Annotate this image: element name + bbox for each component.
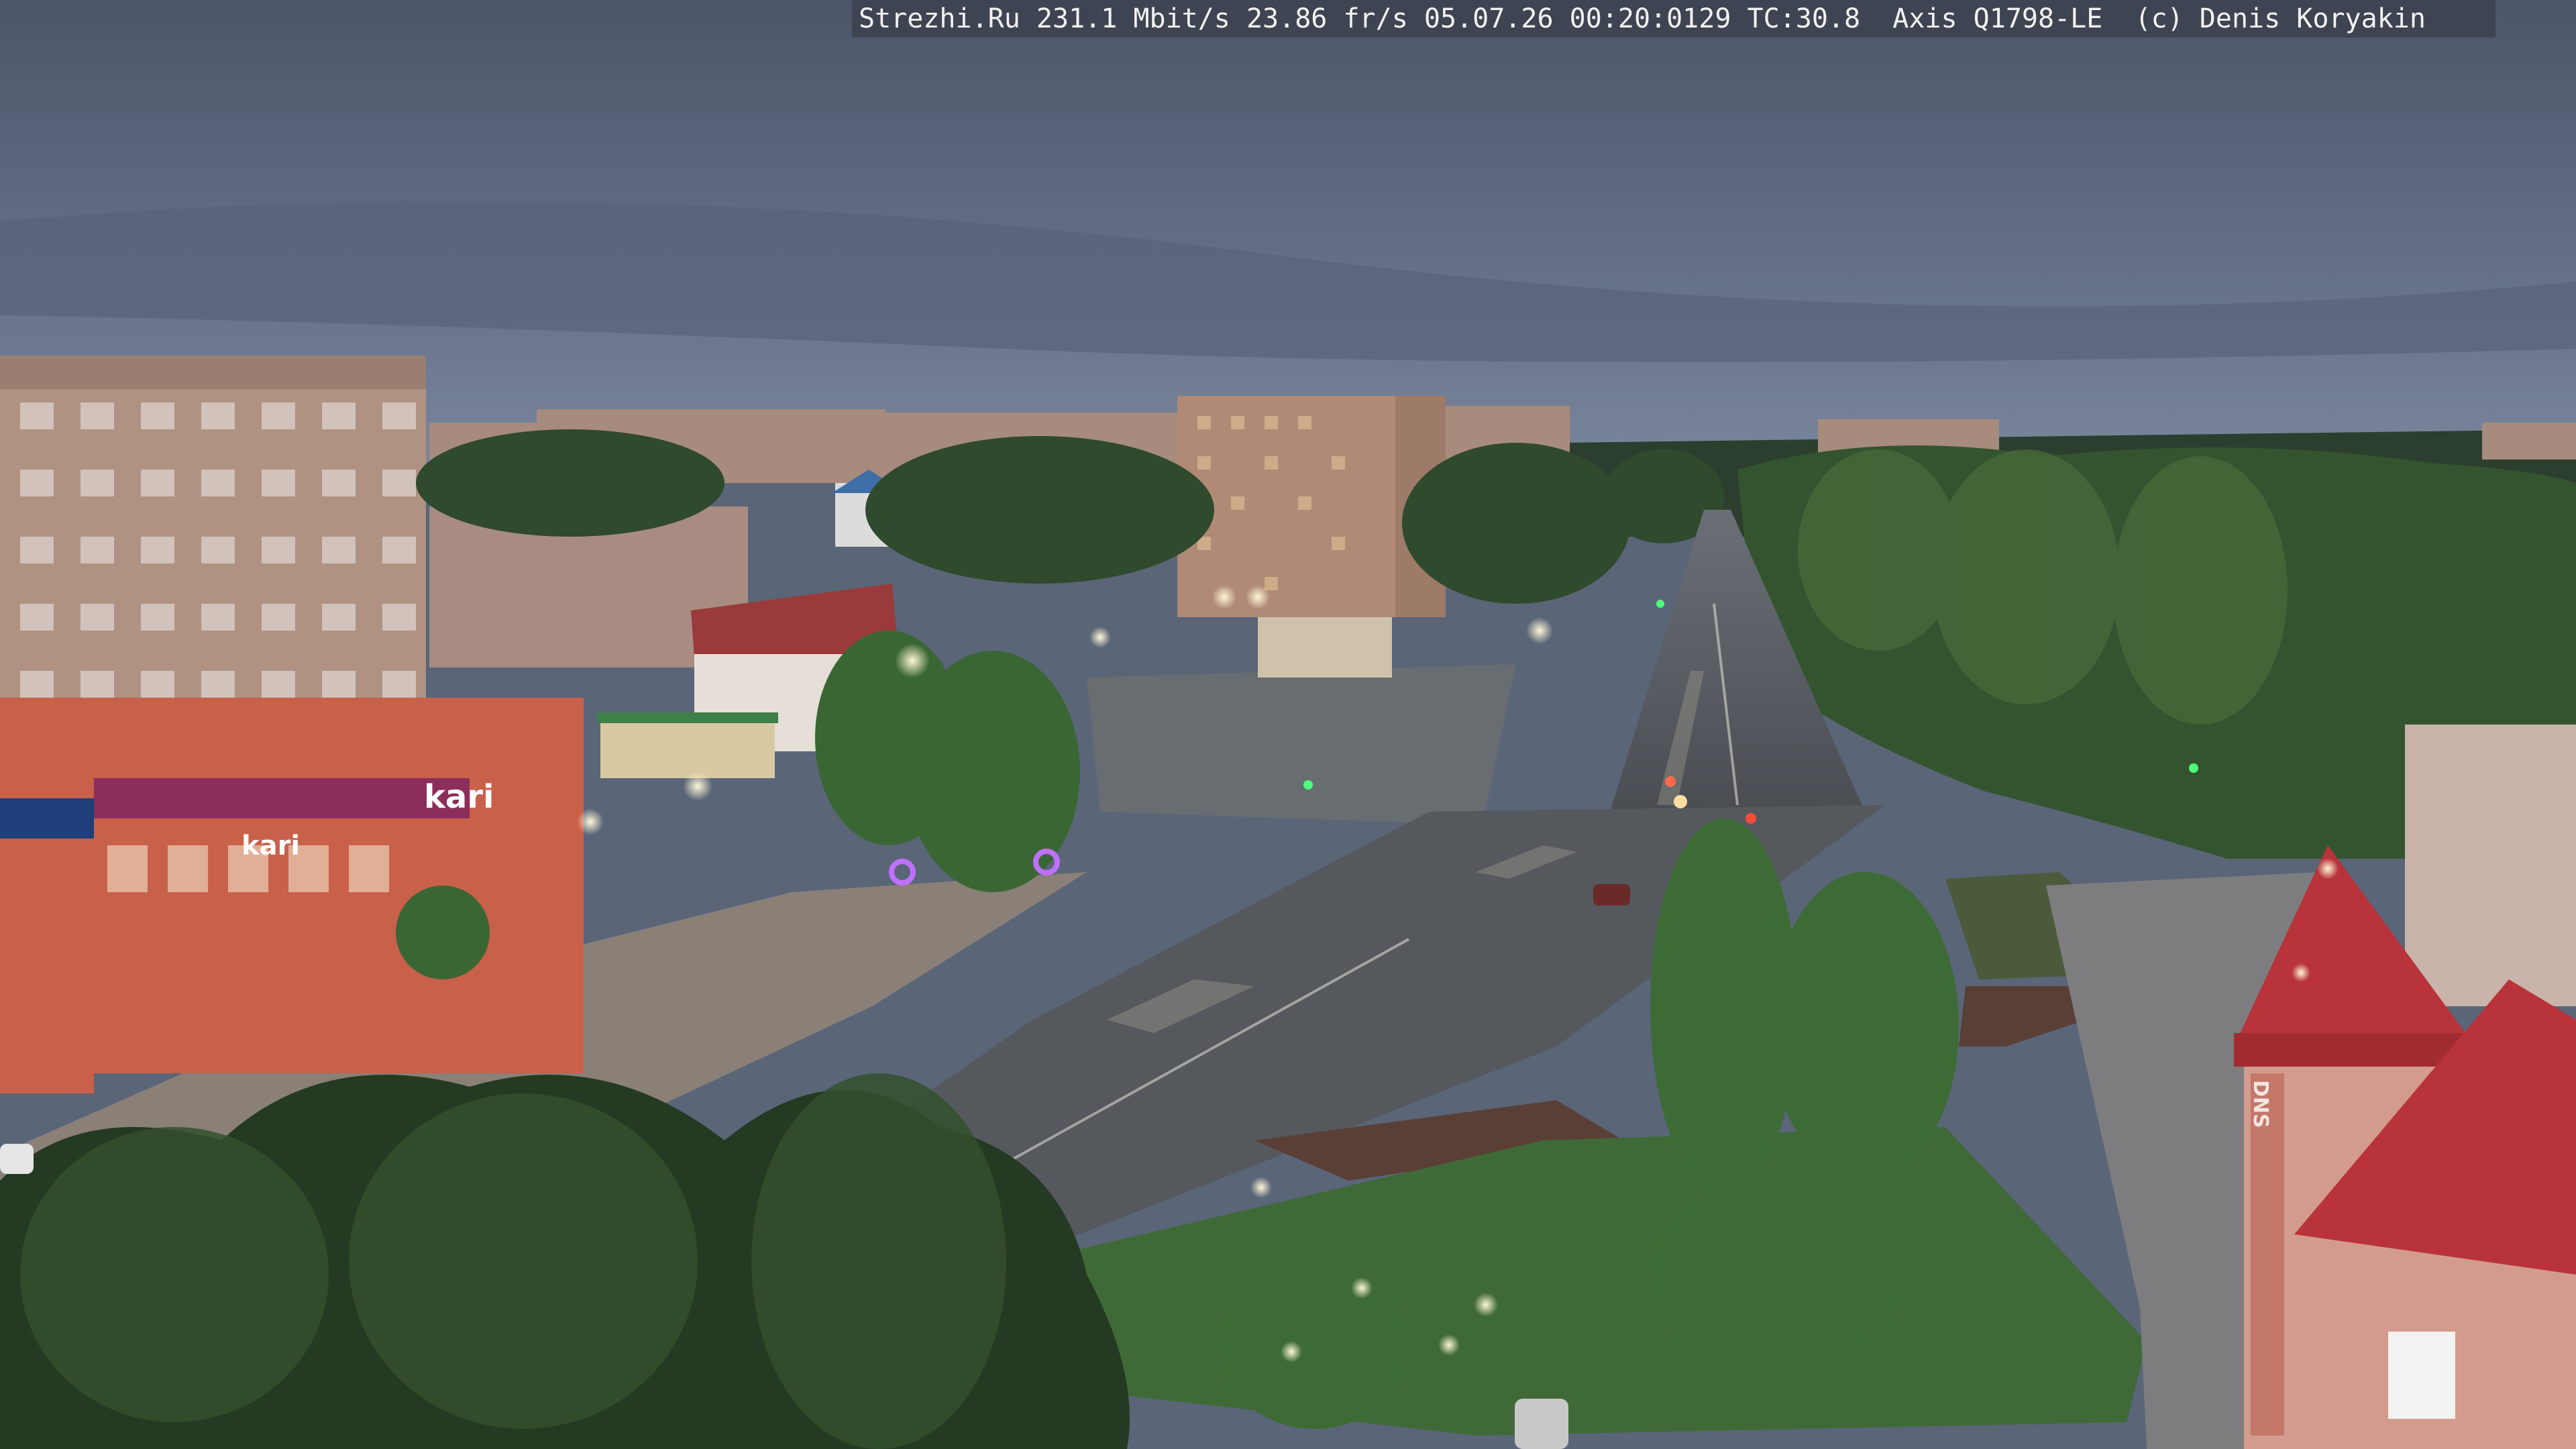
kari-roof-sign: kari (424, 778, 494, 816)
small-green-kiosk (600, 718, 775, 778)
plaza-kiosk (1258, 617, 1392, 678)
kari-store-building (0, 698, 584, 1093)
kari-front-sign: kari (241, 830, 301, 861)
camera-info-overlay: Strezhi.Ru 231.1 Mbit/s 23.86 fr/s 05.07… (852, 0, 2496, 38)
moving-car (1593, 884, 1630, 906)
small-green-kiosk-roof (597, 712, 778, 723)
foreground-left-tree-highlights (20, 1073, 1006, 1449)
left-car (0, 1144, 34, 1174)
town-square (1087, 664, 1516, 825)
decorative-ring (889, 859, 916, 885)
dns-sign: DNS (2249, 1080, 2272, 1128)
parked-car (1515, 1399, 1568, 1449)
webcam-city-scene (0, 0, 2576, 1449)
